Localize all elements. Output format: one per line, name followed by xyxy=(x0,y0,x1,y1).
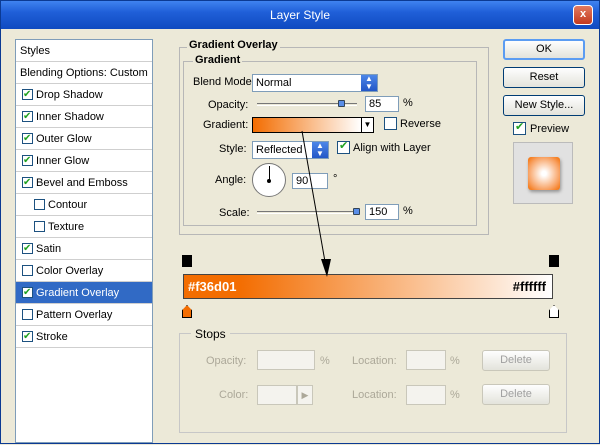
annotation-arrow-head xyxy=(321,259,331,277)
layer-style-dialog: Layer Style x Styles Blending Options: Cu… xyxy=(0,0,600,444)
annotation-arrow-line xyxy=(301,130,328,274)
annotation-arrow xyxy=(301,130,331,277)
